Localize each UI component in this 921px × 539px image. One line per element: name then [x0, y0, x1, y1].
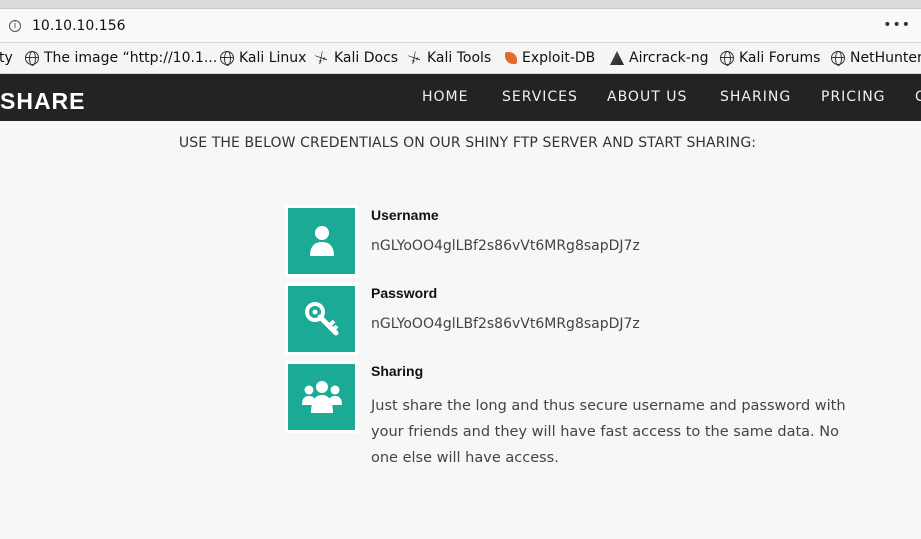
username-title: Username: [371, 207, 439, 223]
bookmark-kali-tools[interactable]: ⚔ Kali Tools: [404, 48, 492, 69]
key-icon: [304, 302, 338, 336]
user-icon: [309, 226, 334, 256]
password-title: Password: [371, 285, 438, 301]
bookmark-label: ty: [0, 50, 13, 66]
bookmark-kali-docs[interactable]: ⚔ Kali Docs: [311, 48, 399, 69]
bookmark-label: Kali Linux: [239, 50, 307, 66]
globe-icon: [720, 51, 734, 66]
users-icon: [301, 381, 342, 413]
bookmark-partial[interactable]: ty: [0, 50, 13, 66]
nav-home[interactable]: HOME: [422, 89, 468, 105]
bookmark-aircrack[interactable]: Aircrack-ng: [610, 50, 709, 66]
sharing-title: Sharing: [371, 363, 424, 379]
username-value: nGLYoOO4glLBf2s86vVt6MRg8sapDJ7z: [371, 238, 640, 254]
bookmark-kali-forums[interactable]: Kali Forums: [720, 50, 820, 66]
sharing-description: Just share the long and thus secure user…: [371, 398, 846, 466]
bookmark-label: NetHunter: [850, 50, 921, 66]
bookmark-label: Kali Forums: [739, 50, 821, 66]
aircrack-icon: [610, 51, 624, 65]
nav-about-us[interactable]: ABOUT US: [607, 89, 687, 105]
nav-pricing[interactable]: PRICING: [821, 89, 886, 105]
bookmark-image-link[interactable]: The image “http://10.1...: [25, 50, 217, 66]
exploit-db-icon: [505, 52, 517, 64]
bookmark-label: Aircrack-ng: [629, 50, 709, 66]
bookmark-label: Exploit-DB: [522, 50, 596, 66]
globe-icon: [831, 51, 845, 66]
username-icon-box: [285, 205, 358, 277]
page-actions-menu-icon[interactable]: •••: [883, 17, 911, 33]
globe-icon: [25, 51, 39, 66]
bookmark-kali-linux[interactable]: Kali Linux: [220, 50, 306, 66]
info-icon[interactable]: i: [9, 20, 21, 32]
kali-dragon-icon: ⚔: [404, 48, 424, 69]
nav-contact-partial[interactable]: C: [915, 89, 921, 105]
instructions-text: USE THE BELOW CREDENTIALS ON OUR SHINY F…: [178, 135, 757, 151]
bookmark-label: The image “http://10.1...: [44, 50, 218, 66]
bookmark-label: Kali Tools: [427, 50, 492, 66]
url-bar[interactable]: i 10.10.10.156 •••: [0, 9, 921, 43]
url-text[interactable]: 10.10.10.156: [32, 18, 126, 34]
site-navbar: SHARE HOME SERVICES ABOUT US SHARING PRI…: [0, 74, 921, 121]
kali-dragon-icon: ⚔: [311, 48, 331, 69]
password-icon-box: [285, 283, 358, 355]
nav-sharing[interactable]: SHARING: [720, 89, 791, 105]
nav-services[interactable]: SERVICES: [502, 89, 578, 105]
brand-logo[interactable]: SHARE: [0, 88, 86, 115]
bookmark-label: Kali Docs: [334, 50, 399, 66]
password-value: nGLYoOO4glLBf2s86vVt6MRg8sapDJ7z: [371, 316, 640, 332]
sharing-icon-box: [285, 361, 358, 433]
bookmark-nethunter[interactable]: NetHunter: [831, 50, 921, 66]
globe-icon: [220, 51, 234, 66]
bookmark-exploit-db[interactable]: Exploit-DB: [505, 50, 595, 66]
main-content: USE THE BELOW CREDENTIALS ON OUR SHINY F…: [0, 121, 921, 539]
browser-top-strip: [0, 0, 921, 9]
bookmarks-toolbar: ty The image “http://10.1... Kali Linux …: [0, 43, 921, 74]
